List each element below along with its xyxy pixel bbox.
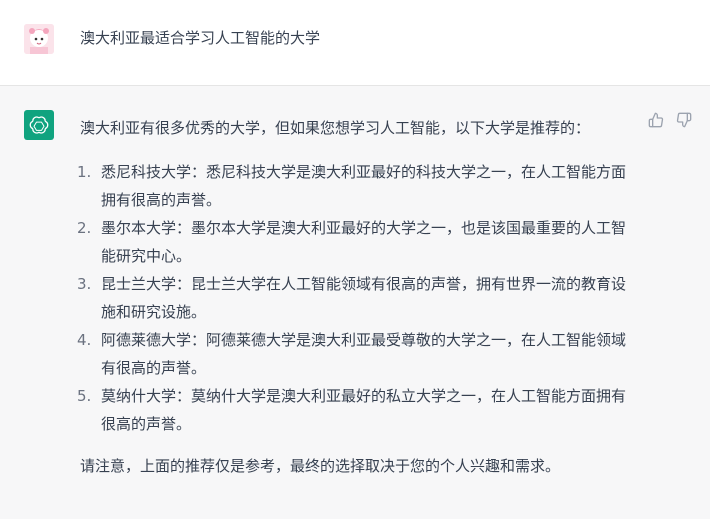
user-avatar-icon [24, 24, 54, 54]
user-message-text: 澳大利亚最适合学习人工智能的大学 [80, 29, 321, 47]
assistant-message-content: 澳大利亚有很多优秀的大学，但如果您想学习人工智能，以下大学是推荐的： 1. 悉尼… [77, 114, 640, 480]
list-item-text: 阿德莱德大学：阿德莱德大学是澳大利亚最受尊敬的大学之一，在人工智能领域有很高的声… [101, 331, 627, 377]
list-item-text: 昆士兰大学：昆士兰大学在人工智能领域有很高的声誉，拥有世界一流的教育设施和研究设… [101, 275, 627, 321]
list-item-number: 5. [77, 387, 92, 405]
list-item-number: 1. [77, 163, 92, 181]
thumbs-up-icon[interactable] [648, 112, 664, 128]
list-item: 4. 阿德莱德大学：阿德莱德大学是澳大利亚最受尊敬的大学之一，在人工智能领域有很… [77, 326, 640, 382]
feedback-actions [648, 112, 692, 128]
list-item-text: 悉尼科技大学：悉尼科技大学是澳大利亚最好的科技大学之一，在人工智能方面拥有很高的… [101, 163, 627, 209]
openai-logo-icon [24, 110, 54, 140]
thumbs-down-icon[interactable] [676, 112, 692, 128]
assistant-note: 请注意，上面的推荐仅是参考，最终的选择取决于您的个人兴趣和需求。 [80, 457, 561, 475]
list-item-number: 2. [77, 219, 92, 237]
list-item: 1. 悉尼科技大学：悉尼科技大学是澳大利亚最好的科技大学之一，在人工智能方面拥有… [77, 158, 640, 214]
list-item: 5. 莫纳什大学：莫纳什大学是澳大利亚最好的私立大学之一，在人工智能方面拥有很高… [77, 382, 640, 438]
list-item-number: 3. [77, 275, 92, 293]
list-item: 2. 墨尔本大学：墨尔本大学是澳大利亚最好的大学之一，也是该国最重要的人工智能研… [77, 214, 640, 270]
list-item: 3. 昆士兰大学：昆士兰大学在人工智能领域有很高的声誉，拥有世界一流的教育设施和… [77, 270, 640, 326]
list-item-text: 莫纳什大学：莫纳什大学是澳大利亚最好的私立大学之一，在人工智能方面拥有很高的声誉… [101, 387, 627, 433]
list-item-text: 墨尔本大学：墨尔本大学是澳大利亚最好的大学之一，也是该国最重要的人工智能研究中心… [101, 219, 627, 265]
assistant-intro: 澳大利亚有很多优秀的大学，但如果您想学习人工智能，以下大学是推荐的： [80, 119, 591, 137]
user-message-row: 澳大利亚最适合学习人工智能的大学 [0, 0, 710, 86]
list-item-number: 4. [77, 331, 92, 349]
university-list: 1. 悉尼科技大学：悉尼科技大学是澳大利亚最好的科技大学之一，在人工智能方面拥有… [77, 158, 640, 438]
assistant-message-row: 澳大利亚有很多优秀的大学，但如果您想学习人工智能，以下大学是推荐的： 1. 悉尼… [0, 86, 710, 519]
